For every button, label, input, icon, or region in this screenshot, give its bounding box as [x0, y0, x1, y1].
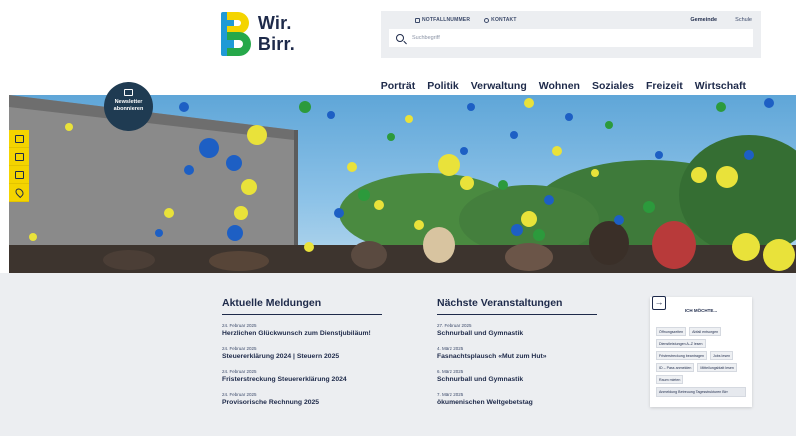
newsletter-line2: abonnieren	[113, 105, 144, 112]
nav-portraet[interactable]: Porträt	[381, 80, 415, 92]
event-date: 27. Februar 2025	[437, 323, 472, 329]
quick-link[interactable]: Jobs lesen	[709, 351, 734, 360]
side-toolbar	[9, 130, 29, 202]
event-date: 7. März 2025	[437, 392, 464, 398]
news-title[interactable]: Steuererklärung 2024 | Steuern 2025	[222, 353, 392, 361]
search-input[interactable]	[412, 35, 712, 41]
event-title[interactable]: Schnurball und Gymnastik	[437, 330, 607, 338]
nav-politik[interactable]: Politik	[427, 80, 459, 92]
nav-verwaltung[interactable]: Verwaltung	[471, 80, 527, 92]
phone-icon	[415, 17, 420, 23]
bus-icon	[14, 152, 24, 161]
news-item[interactable]: 24. Februar 2025 Fristerstreckung Steuer…	[222, 369, 392, 384]
news-date: 24. Februar 2025	[222, 323, 257, 329]
events-column: Nächste Veranstaltungen 27. Februar 2025…	[437, 297, 607, 415]
event-title[interactable]: Fasnachtsplausch «Mut zum Hut»	[437, 353, 607, 361]
utility-bar: NOTFALLNUMMER KONTAKT Gemeinde Schule	[381, 11, 761, 58]
site-logo[interactable]: Wir. Birr.	[221, 11, 331, 57]
sidetool-location[interactable]	[9, 184, 29, 202]
sidetool-people[interactable]	[9, 166, 29, 184]
event-item[interactable]: 6. März 2025 Schnurball und Gymnastik	[437, 369, 607, 384]
event-item[interactable]: 4. März 2025 Fasnachtsplausch «Mut zum H…	[437, 346, 607, 361]
news-title[interactable]: Fristerstreckung Steuererklärung 2024	[222, 376, 392, 384]
news-title[interactable]: Herzlichen Glückwunsch zum Dienstjubiläu…	[222, 330, 392, 338]
news-item[interactable]: 24. Februar 2025 Herzlichen Glückwunsch …	[222, 323, 392, 338]
event-item[interactable]: 27. Februar 2025 Schnurball und Gymnasti…	[437, 323, 607, 338]
search-bar	[389, 29, 753, 47]
utility-links: NOTFALLNUMMER KONTAKT	[415, 17, 517, 23]
news-item[interactable]: 24. Februar 2025 Steuererklärung 2024 | …	[222, 346, 392, 361]
quick-link-betreuung[interactable]: Anmeldung Betreuung Tagesstrukturen Birr	[656, 387, 746, 397]
schule-link[interactable]: Schule	[735, 17, 752, 23]
main-navigation: Porträt Politik Verwaltung Wohnen Sozial…	[381, 80, 746, 92]
sidetool-map[interactable]	[9, 130, 29, 148]
events-heading: Nächste Veranstaltungen	[437, 297, 563, 309]
event-date: 6. März 2025	[437, 369, 464, 375]
logo-mark-icon	[221, 12, 251, 56]
quick-links-list: Öffnungszeiten Abfall entsorgen Dienstle…	[656, 327, 746, 397]
news-date: 24. Februar 2025	[222, 369, 257, 375]
news-heading: Aktuelle Meldungen	[222, 297, 322, 309]
news-date: 24. Februar 2025	[222, 392, 257, 398]
gemeinde-link[interactable]: Gemeinde	[690, 17, 717, 23]
quick-link[interactable]: ID – Pass anmelden	[656, 363, 695, 372]
news-date: 24. Februar 2025	[222, 346, 257, 352]
newsletter-badge[interactable]: Newsletter abonnieren	[104, 82, 153, 131]
events-divider	[437, 314, 597, 316]
contact-icon	[484, 17, 490, 23]
event-item[interactable]: 7. März 2025 ökumenischen Weltgebetstag	[437, 392, 607, 407]
quick-link[interactable]: Raum mieten	[656, 375, 684, 384]
quick-links-card: → ICH MÖCHTE... Öffnungszeiten Abfall en…	[650, 296, 752, 407]
people-icon	[14, 170, 24, 179]
event-title[interactable]: ökumenischen Weltgebetstag	[437, 399, 607, 407]
news-column: Aktuelle Meldungen 24. Februar 2025 Herz…	[222, 297, 392, 415]
nav-freizeit[interactable]: Freizeit	[646, 80, 683, 92]
quick-link[interactable]: Abfall entsorgen	[689, 327, 722, 336]
emergency-link[interactable]: NOTFALLNUMMER	[415, 17, 470, 23]
contact-link[interactable]: KONTAKT	[484, 17, 516, 23]
quick-links-title: ICH MÖCHTE...	[684, 308, 718, 313]
content-section: Aktuelle Meldungen 24. Februar 2025 Herz…	[0, 273, 796, 436]
quick-link[interactable]: Mitteilungsblatt lesen	[697, 363, 737, 372]
logo-text: Wir. Birr.	[257, 13, 295, 54]
arrow-right-icon[interactable]: →	[652, 296, 666, 310]
nav-wohnen[interactable]: Wohnen	[539, 80, 580, 92]
mail-icon	[124, 89, 133, 96]
event-date: 4. März 2025	[437, 346, 464, 352]
event-title[interactable]: Schnurball und Gymnastik	[437, 376, 607, 384]
quick-link[interactable]: Dienstleistungen A–Z lesen	[656, 339, 706, 348]
nav-soziales[interactable]: Soziales	[592, 80, 634, 92]
quick-link[interactable]: Fristerstreckung beantragen	[656, 351, 707, 360]
news-title[interactable]: Provisorische Rechnung 2025	[222, 399, 392, 407]
quick-link[interactable]: Öffnungszeiten	[656, 327, 687, 336]
nav-wirtschaft[interactable]: Wirtschaft	[695, 80, 746, 92]
news-item[interactable]: 24. Februar 2025 Provisorische Rechnung …	[222, 392, 392, 407]
location-pin-icon	[13, 186, 25, 199]
search-icon[interactable]	[396, 34, 404, 42]
sidetool-bus[interactable]	[9, 148, 29, 166]
news-divider	[222, 314, 382, 316]
map-icon	[14, 134, 24, 143]
